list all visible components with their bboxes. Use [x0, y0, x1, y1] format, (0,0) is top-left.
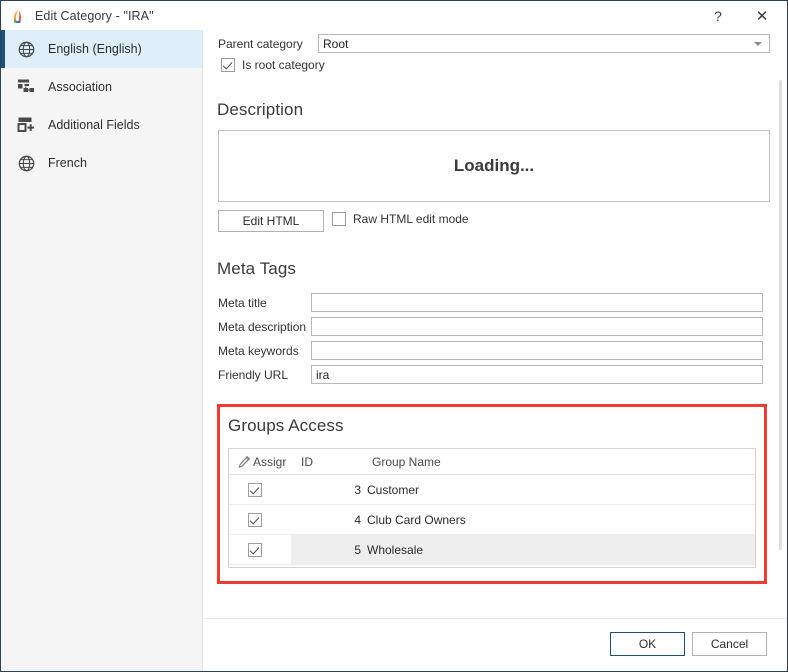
meta-description-row: Meta description	[218, 317, 770, 336]
raw-html-edit-mode-row[interactable]: Raw HTML edit mode	[332, 212, 469, 226]
table-row[interactable]: 4 Club Card Owners	[229, 505, 755, 535]
meta-title-row: Meta title	[218, 293, 770, 312]
ok-button[interactable]: OK	[610, 632, 685, 656]
content-panel: Parent category Root Is root category De…	[204, 30, 787, 618]
raw-html-edit-mode-checkbox[interactable]	[332, 212, 346, 226]
table-header-row: Assigr ID Group Name	[229, 449, 755, 475]
globe-icon	[15, 38, 37, 60]
meta-title-label: Meta title	[218, 295, 267, 310]
meta-description-label: Meta description	[218, 319, 307, 334]
friendly-url-input[interactable]	[311, 365, 763, 384]
chevron-down-icon	[754, 41, 762, 46]
association-icon	[15, 76, 37, 98]
sidebar-item-label: Association	[48, 80, 112, 94]
title-bar: Edit Category - "IRA" ? ✕	[1, 1, 787, 30]
meta-description-input[interactable]	[311, 317, 763, 336]
cell-id: 3	[354, 482, 361, 497]
assign-checkbox[interactable]	[248, 512, 262, 527]
assign-checkbox[interactable]	[248, 542, 262, 557]
table-row[interactable]: 3 Customer	[229, 475, 755, 505]
close-icon[interactable]: ✕	[741, 1, 783, 30]
groups-access-section-title: Groups Access	[228, 416, 344, 435]
globe-icon	[15, 152, 37, 174]
cell-id: 5	[354, 542, 361, 557]
edit-category-dialog: Edit Category - "IRA" ? ✕ English (Engli…	[0, 0, 788, 672]
column-header-id[interactable]: ID	[301, 455, 313, 469]
parent-category-label: Parent category	[218, 36, 303, 51]
parent-category-value: Root	[323, 36, 349, 51]
meta-keywords-label: Meta keywords	[218, 343, 299, 358]
friendly-url-label: Friendly URL	[218, 367, 289, 382]
groups-access-table: Assigr ID Group Name 3 Customer 4 Club C…	[228, 448, 756, 568]
scrollbar-thumb[interactable]	[779, 80, 782, 550]
cancel-button[interactable]: Cancel	[692, 632, 767, 656]
friendly-url-row: Friendly URL	[218, 365, 770, 384]
meta-tags-section-title: Meta Tags	[217, 259, 297, 278]
additional-fields-icon	[15, 114, 37, 136]
window-title: Edit Category - "IRA"	[35, 8, 154, 23]
sidebar-item-label: English (English)	[48, 42, 142, 56]
is-root-category-label: Is root category	[242, 58, 325, 72]
sidebar-item-english[interactable]: English (English)	[1, 30, 202, 68]
parent-category-row: Parent category Root	[218, 34, 770, 53]
pencil-icon	[237, 455, 251, 469]
sidebar-item-label: Additional Fields	[48, 118, 140, 132]
sidebar-item-association[interactable]: Association	[1, 68, 202, 106]
table-row[interactable]: 5 Wholesale	[229, 535, 755, 565]
raw-html-edit-mode-label: Raw HTML edit mode	[353, 212, 469, 226]
leaf-icon	[10, 8, 26, 24]
dialog-footer: OK Cancel	[204, 618, 787, 671]
groups-access-highlight: Groups Access Assigr ID Group Name 3 Cus…	[217, 404, 767, 584]
description-loading-text: Loading...	[453, 156, 535, 175]
is-root-category-row[interactable]: Is root category	[221, 58, 325, 72]
cell-group-name: Club Card Owners	[367, 512, 466, 527]
parent-category-select[interactable]: Root	[318, 34, 770, 53]
vertical-scrollbar[interactable]	[775, 30, 786, 618]
edit-html-button[interactable]: Edit HTML	[218, 210, 324, 232]
column-header-group-name[interactable]: Group Name	[372, 455, 441, 469]
column-header-assign[interactable]: Assigr	[253, 455, 295, 469]
meta-keywords-input[interactable]	[311, 341, 763, 360]
sidebar-item-french[interactable]: French	[1, 144, 202, 182]
cell-id: 4	[354, 512, 361, 527]
sidebar-item-additional-fields[interactable]: Additional Fields	[1, 106, 202, 144]
description-editor[interactable]: Loading...	[218, 130, 770, 202]
description-section-title: Description	[217, 100, 304, 119]
meta-title-input[interactable]	[311, 293, 763, 312]
help-icon[interactable]: ?	[697, 1, 739, 30]
assign-checkbox[interactable]	[248, 482, 262, 497]
sidebar-item-label: French	[48, 156, 87, 170]
cell-group-name: Wholesale	[367, 542, 424, 557]
sidebar: English (English) Association Additional…	[1, 30, 203, 671]
cell-group-name: Customer	[367, 482, 420, 497]
is-root-category-checkbox[interactable]	[221, 58, 235, 72]
meta-keywords-row: Meta keywords	[218, 341, 770, 360]
